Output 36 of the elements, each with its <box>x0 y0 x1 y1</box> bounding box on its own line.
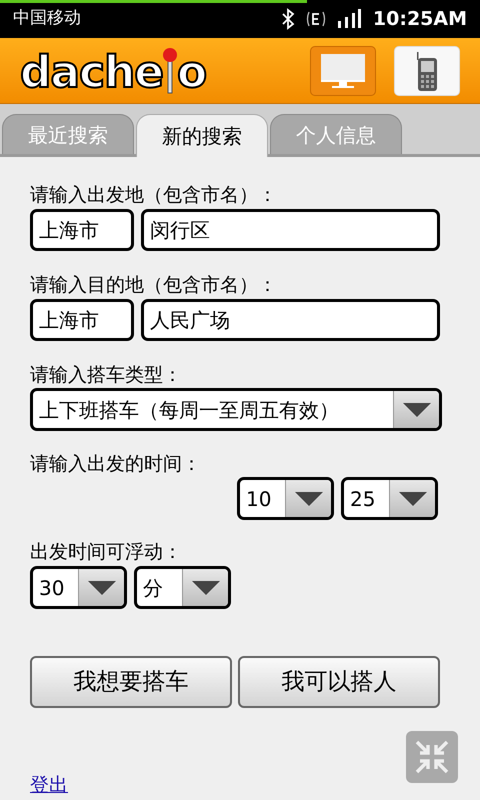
dropdown-value: 30 <box>38 574 66 602</box>
desktop-view-button[interactable] <box>310 46 376 96</box>
field-label: 请输入目的地（包含市名）： <box>30 273 278 297</box>
carrier-name: 中国移动 <box>13 7 81 30</box>
dropdown[interactable]: 10 <box>237 477 334 520</box>
clock-time: 10:25AM <box>372 6 467 32</box>
dropdown-value: 10 <box>245 486 272 512</box>
zoom-out-button[interactable] <box>406 731 458 783</box>
logout-link[interactable]: 登出 <box>30 771 68 800</box>
dropdown[interactable]: 25 <box>341 477 438 520</box>
action-button[interactable]: 我可以搭人 <box>238 656 440 708</box>
input-field[interactable]: 闵行区 <box>141 209 440 251</box>
collapse-icon <box>415 740 449 774</box>
tab[interactable]: 新的搜索 <box>136 114 268 157</box>
input-field[interactable]: 上海市 <box>30 299 134 341</box>
mobile-phone-icon <box>415 50 439 92</box>
field-label: 请输入搭车类型： <box>30 363 183 387</box>
dropdown-value: 分 <box>142 574 164 602</box>
logo-text: dache <box>20 50 163 94</box>
field-label: 请输入出发地（包含市名）： <box>30 183 278 207</box>
input-field[interactable]: 上海市 <box>30 209 134 251</box>
signal-icon <box>336 8 361 30</box>
bluetooth-icon <box>280 8 295 30</box>
phone-view-button[interactable] <box>394 46 460 96</box>
dropdown-value: 25 <box>349 486 376 512</box>
dropdown[interactable]: 上下班搭车（每周一至周五有效） <box>30 388 442 431</box>
pin-icon <box>162 46 177 94</box>
dropdown[interactable]: 分 <box>134 566 231 609</box>
dropdown-value: 上下班搭车（每周一至周五有效） <box>38 396 340 424</box>
dropdown[interactable]: 30 <box>30 566 127 609</box>
field-label: 请输入出发的时间： <box>30 452 202 476</box>
input-field[interactable]: 人民广场 <box>141 299 440 341</box>
action-button[interactable]: 我想要搭车 <box>30 656 232 708</box>
monitor-icon <box>320 52 366 88</box>
logo-text: o <box>176 50 206 94</box>
field-label: 出发时间可浮动： <box>30 540 183 564</box>
